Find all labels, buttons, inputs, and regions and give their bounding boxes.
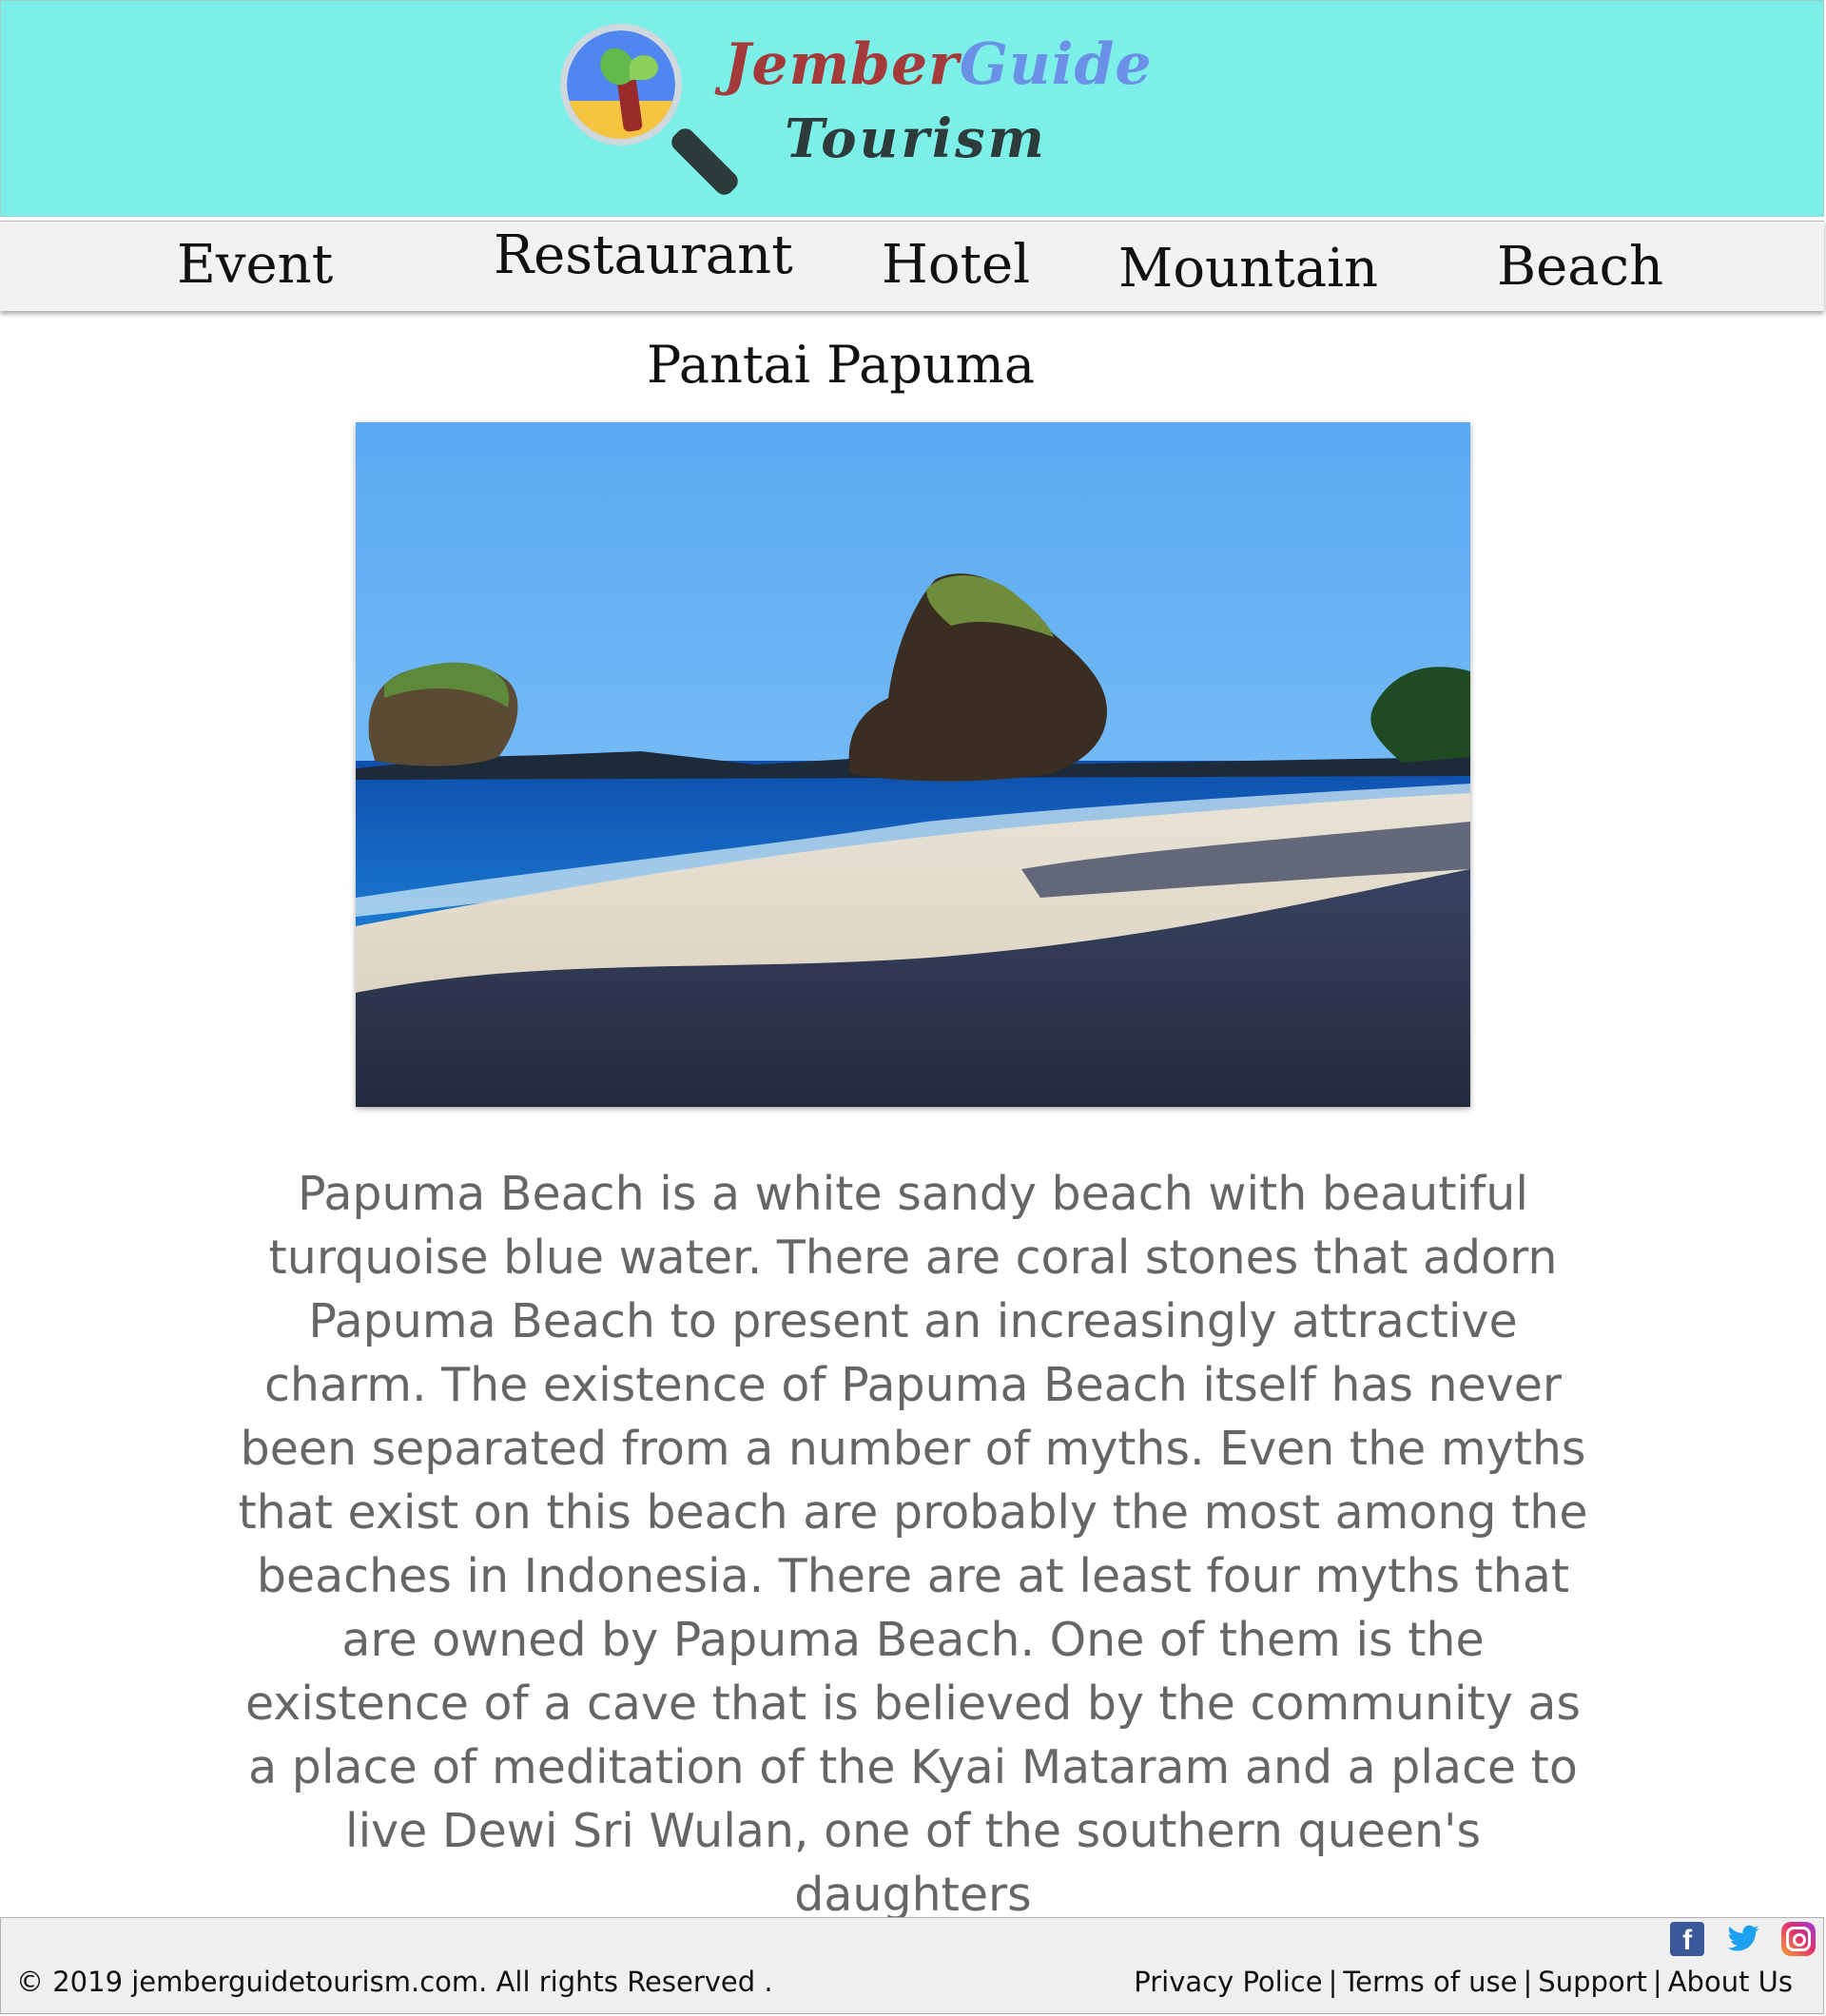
nav-item-mountain[interactable]: Mountain — [1118, 238, 1378, 300]
beach-photo-illustration — [356, 422, 1470, 1107]
privacy-link[interactable]: Privacy Police — [1134, 1966, 1322, 1998]
logo-text-main: JemberGuide — [724, 31, 1153, 98]
footer-links: Privacy Police | Terms of use | Support | Abou… — [1134, 1966, 1793, 1998]
logo-text-jember: Jember — [724, 31, 960, 98]
description-text: Papuma Beach is a white sandy beach with… — [238, 1167, 1588, 1922]
nav-item-restaurant[interactable]: Restaurant — [494, 224, 793, 286]
site-header: JemberGuide Tourism — [0, 0, 1824, 217]
site-footer: f © 2019 jemberguidetourism.com. All rig… — [0, 1917, 1824, 2014]
about-link[interactable]: About Us — [1668, 1966, 1793, 1998]
copyright-text: © 2019 jemberguidetourism.com. All right… — [16, 1966, 773, 1998]
social-links: f — [1653, 1922, 1816, 1962]
link-separator: | — [1523, 1966, 1533, 1998]
magnifier-handle — [668, 125, 742, 199]
nav-item-hotel[interactable]: Hotel — [882, 234, 1030, 296]
page-title: Pantai Papuma — [646, 335, 1036, 395]
nav-item-event[interactable]: Event — [177, 234, 333, 296]
link-separator: | — [1652, 1966, 1662, 1998]
logo-text-tourism: Tourism — [785, 107, 1047, 170]
magnifier-icon — [560, 24, 682, 145]
main-nav: Event Restaurant Hotel Mountain Beach — [0, 221, 1824, 311]
logo-text-guide: Guide — [959, 31, 1153, 98]
link-separator: | — [1328, 1966, 1338, 1998]
terms-link[interactable]: Terms of use — [1343, 1966, 1517, 1998]
instagram-icon[interactable] — [1781, 1922, 1816, 1956]
beach-photo — [356, 422, 1470, 1107]
site-logo[interactable]: JemberGuide Tourism — [553, 18, 1152, 218]
twitter-icon[interactable] — [1726, 1922, 1760, 1956]
support-link[interactable]: Support — [1538, 1966, 1647, 1998]
facebook-icon[interactable]: f — [1670, 1922, 1705, 1956]
nav-item-beach[interactable]: Beach — [1497, 236, 1663, 298]
